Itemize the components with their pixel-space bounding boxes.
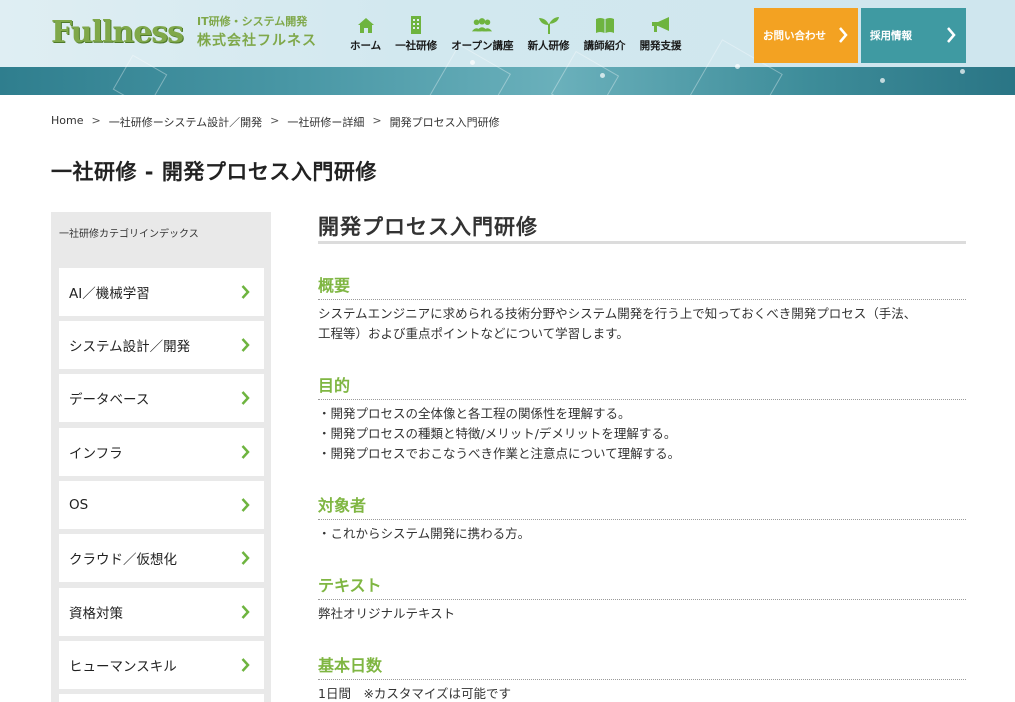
sidebar-item-label: クラウド／仮想化: [69, 552, 177, 568]
contact-button[interactable]: お問い合わせ: [754, 8, 858, 63]
chevron-right-icon: [241, 391, 250, 405]
text-line: ・開発プロセスの種類と特徴/メリット/デメリットを理解する。: [318, 426, 677, 441]
sidebar-item-infra[interactable]: インフラ: [59, 428, 264, 476]
chevron-right-icon: [241, 498, 250, 512]
sidebar-item-certification[interactable]: 資格対策: [59, 588, 264, 636]
site-header: Fullness IT研修・システム開発 株式会社フルネス ホーム 一社研修 オ…: [0, 0, 1015, 95]
text-line: 工程等）および重点ポイントなどについて学習します。: [318, 326, 629, 341]
text-line: 1日間 ※カスタマイズは可能です: [318, 686, 512, 701]
text-line: システムエンジニアに求められる技術分野やシステム開発を行う上で知っておくべき開発…: [318, 306, 917, 321]
site-logo[interactable]: Fullness: [51, 16, 191, 50]
nav-corporate-training-label: 一社研修: [395, 40, 438, 52]
breadcrumb-category[interactable]: 一社研修ーシステム設計／開発: [109, 114, 262, 130]
sidebar-title: 一社研修カテゴリインデックス: [59, 229, 199, 240]
contact-button-label: お問い合わせ: [763, 30, 826, 42]
nav-new-hire-training-label: 新人研修: [527, 40, 570, 52]
chevron-right-icon: [241, 605, 250, 619]
book-icon: [594, 16, 616, 34]
sidebar-item-human-skill[interactable]: ヒューマンスキル: [59, 641, 264, 689]
sprout-icon: [538, 16, 560, 34]
page-title: 一社研修 - 開発プロセス入門研修: [51, 160, 377, 184]
sidebar-item-label: システム設計／開発: [69, 339, 191, 355]
sidebar-item-label: OS: [69, 497, 89, 513]
section-text-purpose: ・開発プロセスの全体像と各工程の関係性を理解する。 ・開発プロセスの種類と特徴/…: [318, 404, 966, 464]
section-text-target: ・これからシステム開発に携わる方。: [318, 524, 966, 544]
sidebar-item-label: 資格対策: [69, 606, 123, 622]
recruit-button-label: 採用情報: [870, 30, 912, 42]
sidebar-item-label: インフラ: [69, 446, 123, 462]
sidebar-item-label: ヒューマンスキル: [69, 659, 177, 675]
nav-instructors[interactable]: 講師紹介: [584, 16, 626, 56]
section-heading-days: 基本日数: [318, 652, 966, 680]
building-icon: [405, 16, 427, 34]
sidebar-item-system-design[interactable]: システム設計／開発: [59, 321, 264, 369]
breadcrumb-separator: >: [91, 114, 101, 127]
nav-home-label: ホーム: [350, 40, 382, 52]
sidebar-item-label: データベース: [69, 392, 150, 408]
home-icon: [355, 16, 377, 34]
nav-new-hire-training[interactable]: 新人研修: [528, 16, 570, 56]
breadcrumb-detail[interactable]: 一社研修ー詳細: [287, 114, 364, 130]
tagline: IT研修・システム開発: [197, 15, 308, 28]
decor-dot: [960, 69, 965, 74]
nav-development-support[interactable]: 開発支援: [640, 16, 682, 56]
breadcrumb: Home > 一社研修ーシステム設計／開発 > 一社研修ー詳細 > 開発プロセス…: [51, 114, 500, 130]
chevron-right-icon: [241, 658, 250, 672]
main-nav: ホーム 一社研修 オープン講座 新人研修 講師紹介 開発支援: [350, 16, 696, 56]
sidebar-item-cloud[interactable]: クラウド／仮想化: [59, 534, 264, 582]
text-line: ・開発プロセスの全体像と各工程の関係性を理解する。: [318, 406, 631, 421]
company-name: 株式会社フルネス: [197, 33, 317, 49]
sidebar-item-more[interactable]: [59, 694, 264, 702]
nav-home[interactable]: ホーム: [350, 16, 381, 56]
nav-corporate-training[interactable]: 一社研修: [395, 16, 437, 56]
section-heading-purpose: 目的: [318, 372, 966, 400]
sidebar-item-database[interactable]: データベース: [59, 374, 264, 422]
nav-instructors-label: 講師紹介: [583, 40, 626, 52]
chevron-right-icon: [839, 27, 848, 43]
decor-dot: [600, 73, 605, 78]
chevron-right-icon: [241, 551, 250, 565]
sidebar-item-ai[interactable]: AI／機械学習: [59, 268, 264, 316]
section-text-overview: システムエンジニアに求められる技術分野やシステム開発を行う上で知っておくべき開発…: [318, 304, 966, 344]
section-heading-textbook: テキスト: [318, 572, 966, 600]
breadcrumb-current: 開発プロセス入門研修: [389, 116, 500, 129]
decor-dot: [470, 60, 475, 65]
category-sidebar: 一社研修カテゴリインデックス AI／機械学習 システム設計／開発 データベース …: [51, 212, 271, 702]
course-title: 開発プロセス入門研修: [318, 215, 538, 239]
chevron-right-icon: [947, 27, 956, 43]
text-line: ・開発プロセスでおこなうべき作業と注意点について理解する。: [318, 446, 681, 461]
breadcrumb-separator: >: [270, 114, 280, 127]
text-line: ・これからシステム開発に携わる方。: [318, 526, 531, 541]
nav-open-course[interactable]: オープン講座: [451, 16, 514, 56]
chevron-right-icon: [241, 338, 250, 352]
nav-development-support-label: 開発支援: [639, 40, 682, 52]
nav-open-course-label: オープン講座: [451, 40, 514, 52]
people-icon: [471, 16, 493, 34]
breadcrumb-separator: >: [372, 114, 382, 127]
decor-dot: [880, 78, 885, 83]
chevron-right-icon: [241, 285, 250, 299]
recruit-button[interactable]: 採用情報: [861, 8, 966, 63]
section-text-days: 1日間 ※カスタマイズは可能です: [318, 684, 966, 702]
title-divider: [318, 241, 966, 244]
megaphone-icon: [650, 16, 672, 34]
chevron-right-icon: [241, 445, 250, 459]
sidebar-item-label: AI／機械学習: [69, 286, 150, 302]
text-line: 弊社オリジナルテキスト: [318, 606, 456, 621]
decor-dot: [735, 64, 740, 69]
section-heading-target: 対象者: [318, 492, 966, 520]
logo-text: Fullness: [51, 15, 184, 50]
section-text-textbook: 弊社オリジナルテキスト: [318, 604, 966, 624]
section-heading-overview: 概要: [318, 272, 966, 300]
sidebar-item-os[interactable]: OS: [59, 481, 264, 529]
breadcrumb-home[interactable]: Home: [51, 114, 83, 130]
